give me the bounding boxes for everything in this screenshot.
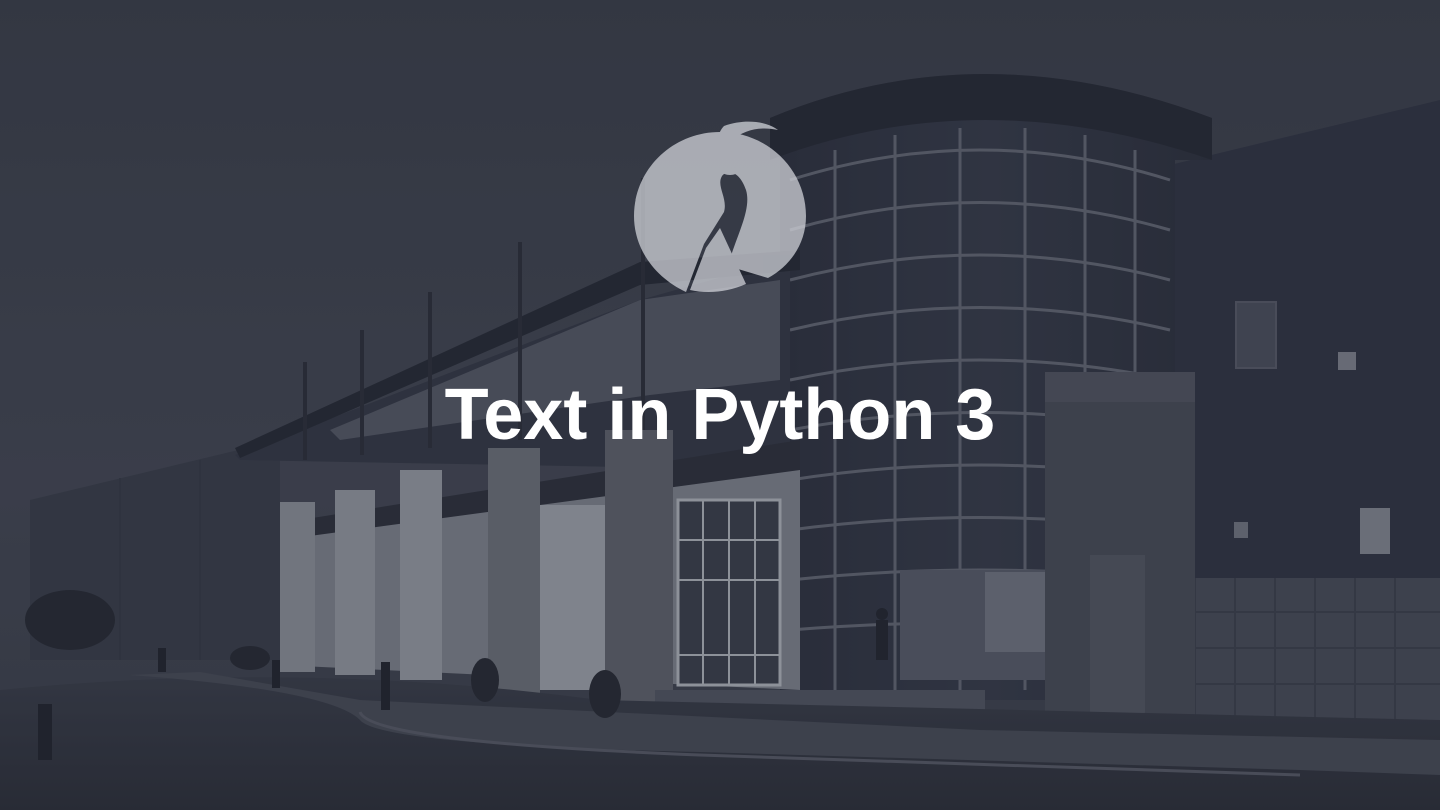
title-slide: Text in Python 3	[0, 0, 1440, 810]
person-raising-arm-logo-icon	[634, 121, 806, 292]
slide-title: Text in Python 3	[444, 375, 996, 455]
